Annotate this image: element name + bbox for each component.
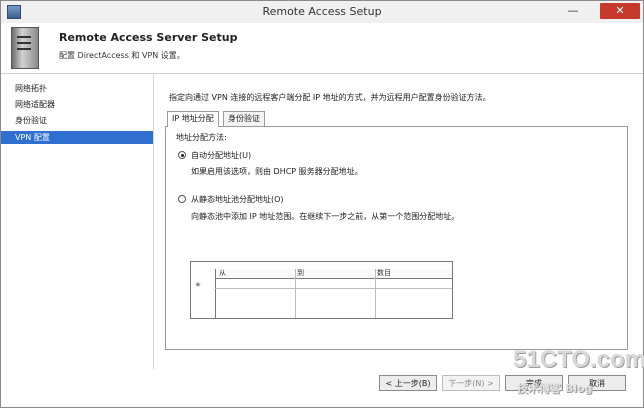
remote-access-setup-window: Remote Access Setup — ✕ Remote Access Se… [0, 0, 644, 408]
auto-assign-label[interactable]: 自动分配地址(U) [191, 150, 251, 161]
grid-row-header-divider [215, 269, 216, 318]
sidebar-item-vpn-configuration[interactable]: VPN 配置 [1, 131, 153, 144]
grid-header-row: 从 到 数目 [215, 269, 452, 279]
wizard-title: Remote Access Server Setup [59, 31, 238, 44]
auto-assign-hint: 如果启用该选项，则由 DHCP 服务器分配地址。 [191, 167, 363, 176]
wizard-content: 指定向通过 VPN 连接的远程客户端分配 IP 地址的方式，并为远程用户配置身份… [154, 74, 643, 369]
next-button[interactable]: 下一步(N) > [442, 375, 500, 391]
back-button[interactable]: < 上一步(B) [379, 375, 437, 391]
static-pool-hint: 向静态池中添加 IP 地址范围。在继续下一步之前，从第一个范围分配地址。 [191, 212, 460, 221]
address-range-grid[interactable]: 从 到 数目 ✳ [190, 261, 453, 319]
tab-authentication[interactable]: 身份验证 [223, 111, 265, 126]
static-pool-label[interactable]: 从静态地址池分配地址(O) [191, 194, 284, 205]
wizard-subtitle: 配置 DirectAccess 和 VPN 设置。 [59, 51, 185, 60]
auto-assign-radio[interactable] [178, 151, 186, 159]
close-button[interactable]: ✕ [600, 3, 640, 19]
grid-column-divider [295, 269, 296, 318]
server-icon [11, 27, 39, 69]
title-bar: Remote Access Setup — ✕ [1, 1, 643, 24]
sidebar-item-network-topology[interactable]: 网络拓扑 [1, 82, 153, 95]
column-header-count: 数目 [377, 269, 391, 277]
wizard-steps-sidebar: 网络拓扑 网络适配器 身份验证 VPN 配置 [1, 74, 154, 369]
new-row-marker-icon: ✳ [195, 281, 201, 289]
static-pool-radio[interactable] [178, 195, 186, 203]
wizard-header: Remote Access Server Setup 配置 DirectAcce… [1, 23, 643, 74]
column-header-from: 从 [219, 269, 226, 277]
finish-button[interactable]: 完成 [505, 375, 563, 391]
page-description: 指定向通过 VPN 连接的远程客户端分配 IP 地址的方式，并为远程用户配置身份… [169, 93, 491, 102]
tab-ip-address-assignment[interactable]: IP 地址分配 [167, 111, 219, 127]
grid-row-divider [215, 288, 452, 289]
minimize-button[interactable]: — [561, 3, 585, 19]
tab-panel: 地址分配方法: 自动分配地址(U) 如果启用该选项，则由 DHCP 服务器分配地… [165, 126, 628, 350]
column-header-to: 到 [297, 269, 304, 277]
window-title: Remote Access Setup [262, 5, 382, 18]
cancel-button[interactable]: 取消 [568, 375, 626, 391]
sidebar-item-network-adapters[interactable]: 网络适配器 [1, 98, 153, 111]
grid-column-divider [375, 269, 376, 318]
sidebar-item-authentication[interactable]: 身份验证 [1, 114, 153, 127]
address-assignment-label: 地址分配方法: [176, 133, 227, 142]
